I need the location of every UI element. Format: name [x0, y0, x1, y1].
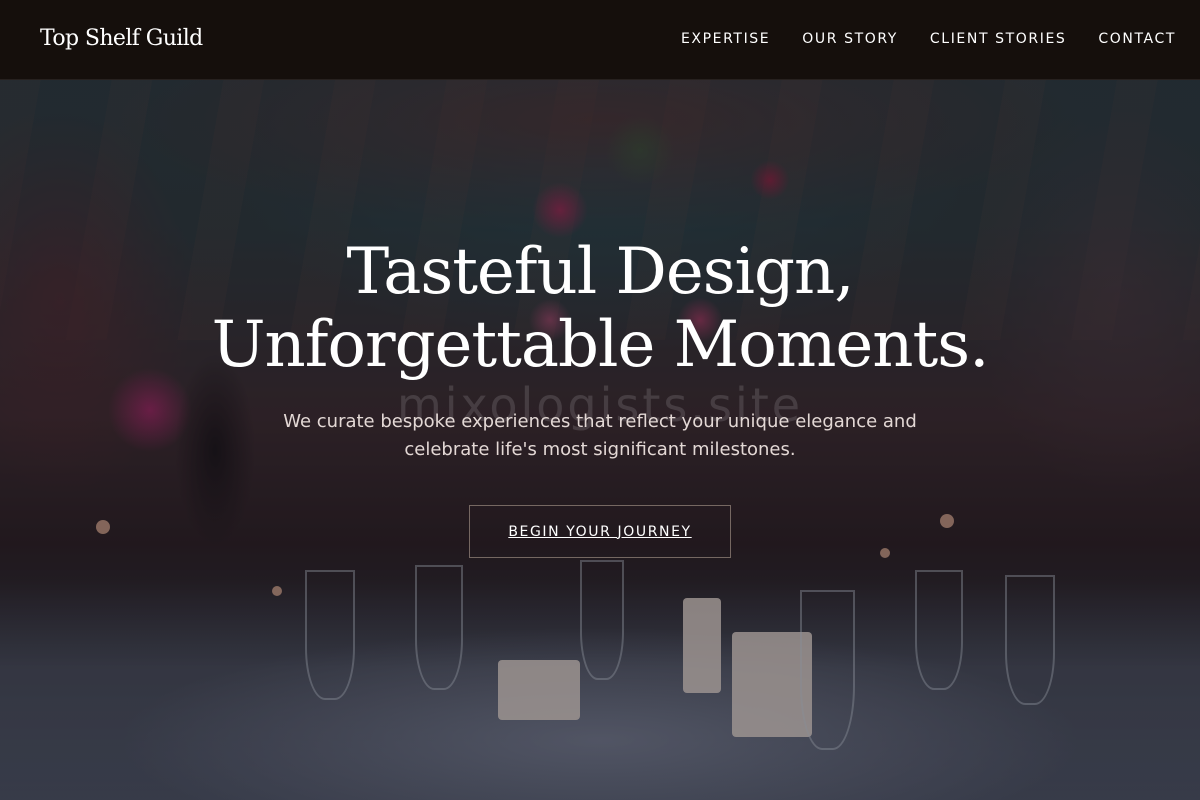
- nav-link-expertise[interactable]: EXPERTISE: [681, 31, 770, 47]
- hero-subtitle: We curate bespoke experiences that refle…: [283, 411, 917, 460]
- nav-link-client-stories[interactable]: CLIENT STORIES: [930, 31, 1066, 47]
- hero-title-line-1: Tasteful Design,: [346, 235, 854, 309]
- site-header: Top Shelf Guild EXPERTISE OUR STORY CLIE…: [0, 0, 1200, 80]
- begin-journey-button[interactable]: BEGIN YOUR JOURNEY: [469, 505, 731, 558]
- hero-title: Tasteful Design, Unforgettable Moments.: [0, 236, 1200, 382]
- hero-section: Tasteful Design, Unforgettable Moments. …: [0, 236, 1200, 464]
- brand-logo-link[interactable]: Top Shelf Guild: [40, 26, 203, 51]
- nav-link-our-story[interactable]: OUR STORY: [802, 31, 898, 47]
- main-nav: EXPERTISE OUR STORY CLIENT STORIES CONTA…: [681, 31, 1176, 47]
- nav-link-contact[interactable]: CONTACT: [1098, 31, 1176, 47]
- hero-title-line-2: Unforgettable Moments.: [211, 308, 990, 382]
